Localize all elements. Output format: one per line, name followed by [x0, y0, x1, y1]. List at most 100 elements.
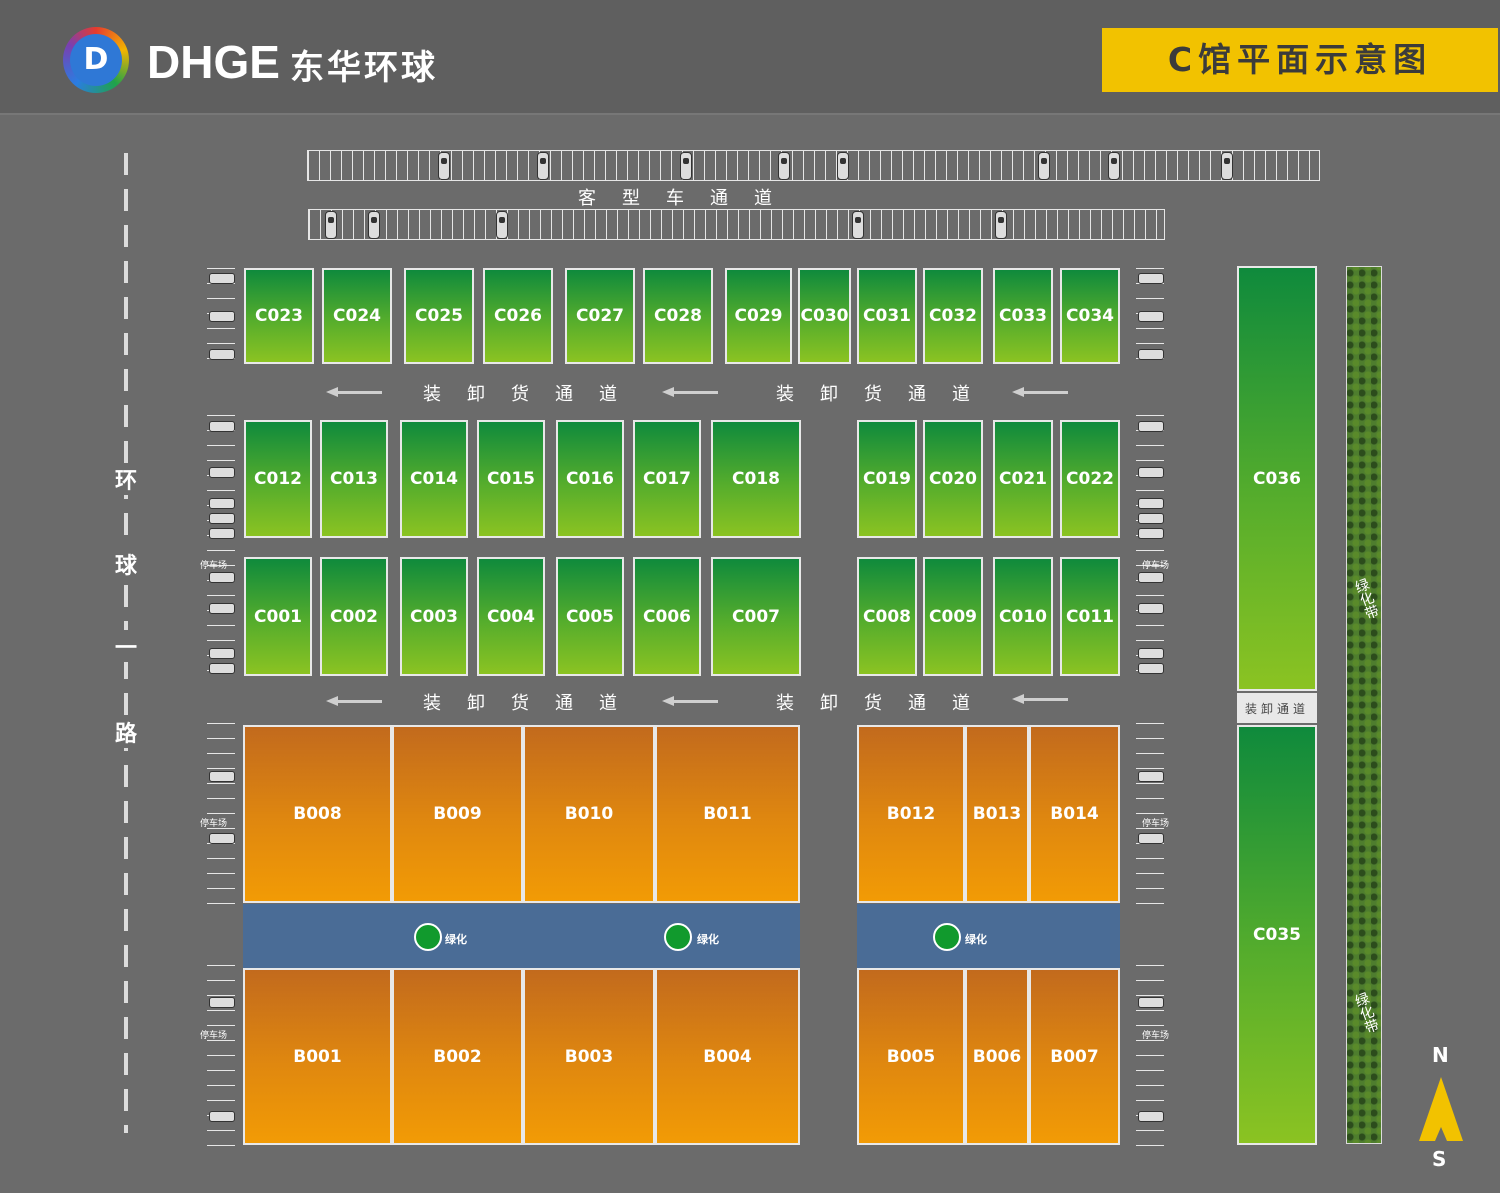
booth-c-mid_left[interactable]: C018 [711, 420, 801, 538]
car-icon [209, 997, 235, 1008]
booth-b-upper_left[interactable]: B010 [523, 725, 655, 903]
booth-c-low_right[interactable]: C009 [923, 557, 983, 676]
car-icon [1108, 152, 1120, 180]
car-icon [1138, 467, 1164, 478]
parking-tag: 停车场 [1142, 819, 1170, 829]
booth-c-mid_right[interactable]: C020 [923, 420, 983, 538]
booth-c-top[interactable]: C026 [483, 268, 553, 364]
booth-b-upper_left[interactable]: B009 [392, 725, 523, 903]
car-icon [496, 211, 508, 239]
car-icon [1038, 152, 1050, 180]
booth-c-low_left[interactable]: C005 [556, 557, 624, 676]
booth-c-tall[interactable]: C036 [1237, 266, 1317, 691]
booth-c-top[interactable]: C027 [565, 268, 635, 364]
car-icon [1138, 833, 1164, 844]
booth-b-upper_left[interactable]: B008 [243, 725, 392, 903]
booth-b-lower_right[interactable]: B007 [1029, 968, 1120, 1145]
booth-c-top[interactable]: C029 [725, 268, 792, 364]
side-parking [1136, 415, 1164, 678]
booth-c-mid_left[interactable]: C016 [556, 420, 624, 538]
car-icon [209, 273, 235, 284]
road-char: 一 [110, 630, 142, 662]
booth-c-top[interactable]: C033 [993, 268, 1053, 364]
car-icon [209, 528, 235, 539]
car-icon [1138, 273, 1164, 284]
booth-c-mid_right[interactable]: C021 [993, 420, 1053, 538]
logo-letter: D [70, 34, 122, 86]
booth-b-upper_right[interactable]: B014 [1029, 725, 1120, 903]
booth-c-top[interactable]: C032 [923, 268, 983, 364]
booth-b-lower_left[interactable]: B003 [523, 968, 655, 1145]
car-icon [1138, 648, 1164, 659]
booth-b-lower_left[interactable]: B001 [243, 968, 392, 1145]
car-icon [1138, 997, 1164, 1008]
greening-label: 绿化 [697, 933, 719, 946]
car-icon [1138, 572, 1164, 583]
booth-c-low_left[interactable]: C001 [244, 557, 312, 676]
booth-c-low_right[interactable]: C008 [857, 557, 917, 676]
car-icon [209, 663, 235, 674]
greening-label: 绿化 [445, 933, 467, 946]
booth-b-lower_right[interactable]: B006 [965, 968, 1029, 1145]
booth-b-upper_right[interactable]: B012 [857, 725, 965, 903]
booth-c-tall[interactable]: C035 [1237, 725, 1317, 1145]
booth-b-lower_right[interactable]: B005 [857, 968, 965, 1145]
compass-arrow-icon [1419, 1077, 1463, 1141]
cargo-lane-label: 装卸货通道 [423, 693, 643, 714]
booth-c-low_left[interactable]: C007 [711, 557, 801, 676]
compass-north: N [1432, 1043, 1449, 1067]
car-icon [837, 152, 849, 180]
car-icon [1138, 513, 1164, 524]
brand-name: DHGE [147, 36, 280, 88]
booth-c-top[interactable]: C024 [322, 268, 392, 364]
booth-c-low_right[interactable]: C010 [993, 557, 1053, 676]
booth-c-mid_left[interactable]: C017 [633, 420, 701, 538]
road-char: 路 [110, 716, 142, 748]
booth-c-top[interactable]: C023 [244, 268, 314, 364]
car-icon [209, 467, 235, 478]
car-icon [852, 211, 864, 239]
booth-c-top[interactable]: C031 [857, 268, 917, 364]
car-icon [325, 211, 337, 239]
booth-b-upper_left[interactable]: B011 [655, 725, 800, 903]
car-icon [209, 833, 235, 844]
car-icon [209, 648, 235, 659]
greening-label: 绿化 [965, 933, 987, 946]
passenger-lane-label: 客型车通道 [578, 188, 798, 209]
logo-icon: D [63, 27, 129, 93]
car-icon [1138, 1111, 1164, 1122]
car-icon [1221, 152, 1233, 180]
booth-c-top[interactable]: C034 [1060, 268, 1120, 364]
booth-c-low_left[interactable]: C003 [400, 557, 468, 676]
booth-c-mid_right[interactable]: C022 [1060, 420, 1120, 538]
booth-c-top[interactable]: C028 [643, 268, 713, 364]
car-icon [438, 152, 450, 180]
booth-c-low_right[interactable]: C011 [1060, 557, 1120, 676]
car-icon [209, 498, 235, 509]
booth-c-mid_left[interactable]: C015 [477, 420, 545, 538]
booth-c-low_left[interactable]: C004 [477, 557, 545, 676]
booth-c-mid_left[interactable]: C014 [400, 420, 468, 538]
car-icon [209, 311, 235, 322]
booth-c-mid_right[interactable]: C019 [857, 420, 917, 538]
booth-c-mid_left[interactable]: C012 [244, 420, 312, 538]
car-icon [1138, 663, 1164, 674]
booth-c-top[interactable]: C030 [798, 268, 851, 364]
parking-tag: 停车场 [1142, 561, 1170, 571]
booth-b-lower_left[interactable]: B004 [655, 968, 800, 1145]
cargo-lane-label: 装卸货通道 [776, 693, 996, 714]
car-icon [1138, 603, 1164, 614]
compass-south: S [1432, 1147, 1447, 1171]
car-icon [209, 513, 235, 524]
booth-c-mid_left[interactable]: C013 [320, 420, 388, 538]
parking-tag: 停车场 [200, 819, 228, 829]
parking-tag: 停车场 [200, 561, 228, 571]
booth-b-upper_right[interactable]: B013 [965, 725, 1029, 903]
booth-b-lower_left[interactable]: B002 [392, 968, 523, 1145]
arrow-left-icon [1012, 694, 1068, 704]
booth-c-top[interactable]: C025 [404, 268, 474, 364]
booth-c-low_left[interactable]: C006 [633, 557, 701, 676]
page-title: C馆平面示意图 [1102, 28, 1498, 92]
booth-c-low_left[interactable]: C002 [320, 557, 388, 676]
car-icon [995, 211, 1007, 239]
